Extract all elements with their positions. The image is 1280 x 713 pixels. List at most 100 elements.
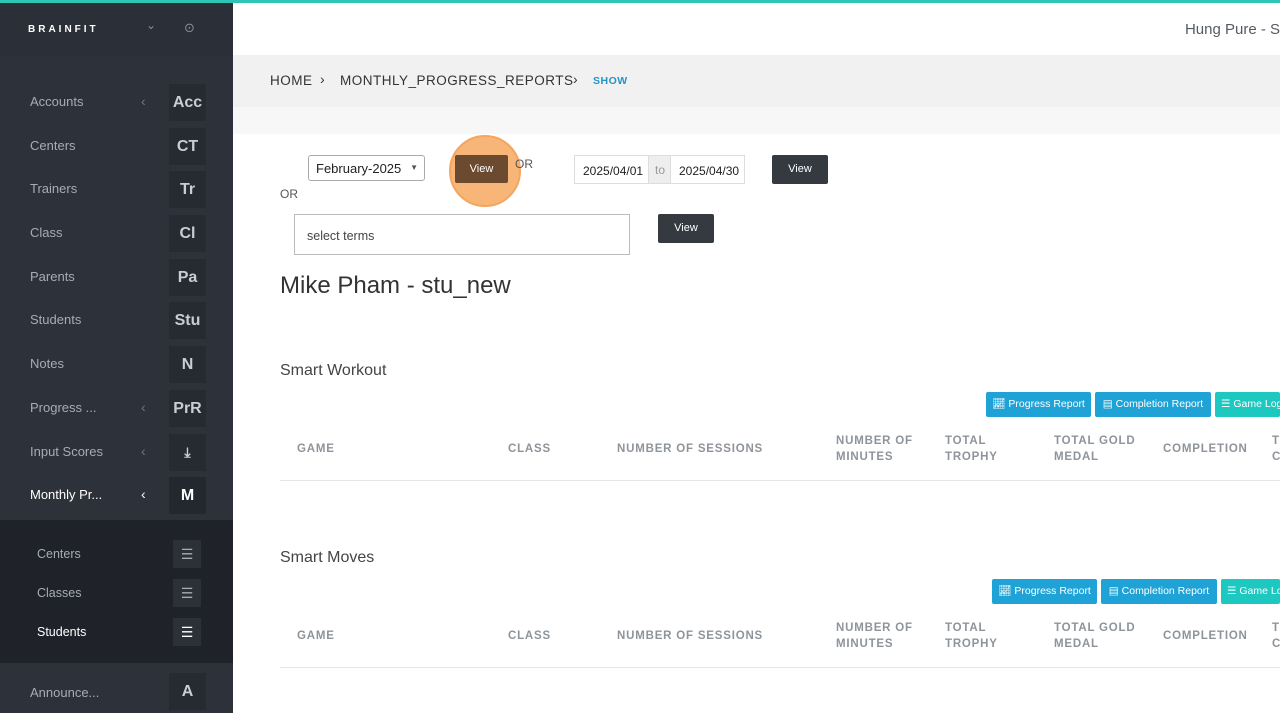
column-header: NUMBER OF MINUTES	[836, 622, 913, 650]
caret-down-icon: ▼	[410, 163, 418, 172]
column-header: GAME	[297, 630, 335, 642]
completion-report-button[interactable]: ▤ Completion Report	[1095, 392, 1211, 417]
bar-chart-icon: ▤	[1108, 585, 1119, 597]
date-from-input[interactable]: 2025/04/01	[574, 155, 649, 184]
breadcrumb-section[interactable]: MONTHLY_PROGRESS_REPORTS	[340, 73, 574, 88]
date-to-input[interactable]: 2025/04/30	[670, 155, 745, 184]
report-buttons-smart-moves: 📈︎ Progress Report ▤ Completion Report ☰…	[992, 579, 1280, 604]
page-title: Mike Pham - stu_new	[280, 272, 511, 299]
report-buttons-smart-workout: 📈︎ Progress Report ▤ Completion Report ☰…	[986, 392, 1280, 417]
sidebar-item-progress[interactable]: Progress ... ‹ PrR	[0, 386, 233, 430]
sidebar-item-accounts[interactable]: Accounts ‹ Acc	[0, 80, 233, 124]
breadcrumb-current: SHOW	[593, 75, 628, 87]
sidebar-item-centers[interactable]: Centers CT	[0, 124, 233, 168]
download-icon: ⤓	[169, 433, 206, 471]
subnav-item-students[interactable]: Students ☰	[0, 612, 233, 651]
view-date-range-button[interactable]: View	[772, 155, 828, 184]
content-top-spacer	[233, 107, 1280, 134]
sidebar-item-parents[interactable]: Parents Pa	[0, 255, 233, 299]
breadcrumb-home[interactable]: HOME	[270, 73, 313, 88]
subnav-item-classes[interactable]: Classes ☰	[0, 573, 233, 612]
view-month-button[interactable]: View	[455, 155, 508, 183]
view-terms-button[interactable]: View	[658, 214, 714, 243]
section-title-smart-moves: Smart Moves	[280, 549, 375, 566]
sidebar-subnav: Centers ☰ Classes ☰ Students ☰	[0, 520, 233, 663]
column-header: CLASS	[508, 443, 551, 455]
sidebar-item-abbr: Cl	[169, 215, 206, 253]
sidebar-item-notes[interactable]: Notes N	[0, 342, 233, 386]
sidebar-item-monthly-progress[interactable]: Monthly Pr... ‹ M	[0, 473, 233, 517]
sidebar-item-label: Accounts	[30, 94, 84, 109]
sidebar-item-label: Students	[30, 312, 82, 328]
sidebar-item-abbr: M	[169, 477, 206, 515]
brand-logo: BRAINFIT	[28, 24, 99, 35]
sidebar-item-label: Trainers	[30, 181, 78, 197]
sidebar: BRAINFIT ⌄ ⊙ Accounts ‹ Acc Centers CT T…	[0, 0, 233, 713]
bar-chart-icon: ▤	[1102, 398, 1113, 410]
target-icon[interactable]: ⊙	[184, 20, 195, 36]
sidebar-item-students[interactable]: Students Stu	[0, 298, 233, 342]
sidebar-nav: Accounts ‹ Acc Centers CT Trainers Tr Cl…	[0, 80, 233, 517]
game-log-button[interactable]: ☰ Game Log	[1221, 579, 1280, 604]
column-header: T C	[1272, 622, 1280, 650]
line-chart-icon: 📈︎	[992, 398, 1006, 410]
subnav-item-label: Centers	[37, 547, 81, 561]
date-range-to-label: to	[649, 155, 671, 184]
sidebar-item-label: Monthly Pr...	[30, 487, 103, 503]
chevron-down-icon[interactable]: ⌄	[146, 18, 156, 32]
sidebar-item-abbr: Pa	[169, 258, 206, 296]
sidebar-item-abbr: Stu	[169, 302, 206, 340]
completion-report-button[interactable]: ▤ Completion Report	[1101, 579, 1217, 604]
page-header: Hung Pure - S	[233, 3, 1280, 55]
column-header: TOTAL GOLD MEDAL	[1054, 622, 1136, 650]
column-header: T C	[1272, 435, 1280, 463]
sidebar-item-label: Progress ...	[30, 399, 97, 415]
month-select-value: February-2025	[316, 161, 402, 176]
sidebar-item-trainers[interactable]: Trainers Tr	[0, 167, 233, 211]
terms-select-input[interactable]: select terms	[294, 214, 630, 255]
chevron-right-icon: ›	[573, 71, 578, 87]
column-header: TOTAL GOLD MEDAL	[1054, 435, 1136, 463]
column-header: COMPLETION	[1163, 443, 1248, 455]
column-header: NUMBER OF MINUTES	[836, 435, 913, 463]
subnav-item-label: Classes	[37, 586, 82, 600]
game-log-button[interactable]: ☰ Game Log	[1215, 392, 1280, 417]
column-header: GAME	[297, 443, 335, 455]
column-header: TOTAL TROPHY	[945, 622, 998, 650]
progress-report-button[interactable]: 📈︎ Progress Report	[986, 392, 1091, 417]
column-header: NUMBER OF SESSIONS	[617, 630, 764, 642]
sidebar-item-abbr: Tr	[169, 171, 206, 209]
column-header: CLASS	[508, 630, 551, 642]
subnav-item-label: Students	[37, 625, 87, 639]
top-accent-bar	[0, 0, 1280, 3]
sidebar-item-abbr: N	[169, 346, 206, 384]
list-icon: ☰	[1227, 585, 1237, 597]
sidebar-item-label: Announce...	[30, 685, 100, 700]
breadcrumb: HOME › MONTHLY_PROGRESS_REPORTS › SHOW	[233, 55, 1280, 107]
chevron-left-icon: ‹	[141, 442, 146, 459]
column-header: TOTAL TROPHY	[945, 435, 998, 463]
subnav-item-centers[interactable]: Centers ☰	[0, 534, 233, 573]
sidebar-item-class[interactable]: Class Cl	[0, 211, 233, 255]
sidebar-item-announcements[interactable]: Announce... A	[0, 669, 233, 713]
table-header-smart-workout: GAME CLASS NUMBER OF SESSIONS NUMBER OF …	[280, 417, 1280, 481]
progress-report-button[interactable]: 📈︎ Progress Report	[992, 579, 1097, 604]
column-header: COMPLETION	[1163, 630, 1248, 642]
table-header-smart-moves: GAME CLASS NUMBER OF SESSIONS NUMBER OF …	[280, 604, 1280, 668]
sidebar-item-input-scores[interactable]: Input Scores ‹ ⤓	[0, 430, 233, 474]
sidebar-item-label: Input Scores	[30, 443, 103, 459]
column-header: NUMBER OF SESSIONS	[617, 443, 764, 455]
sidebar-item-abbr: PrR	[169, 389, 206, 427]
chevron-left-icon: ‹	[141, 486, 146, 503]
chevron-left-icon: ‹	[141, 93, 146, 109]
menu-icon: ☰	[173, 618, 201, 646]
chevron-right-icon: ›	[320, 71, 325, 87]
user-menu[interactable]: Hung Pure - S	[1185, 21, 1280, 38]
line-chart-icon: 📈︎	[998, 585, 1012, 597]
sidebar-item-label: Centers	[30, 137, 76, 153]
menu-icon: ☰	[173, 579, 201, 607]
or-label: OR	[515, 157, 533, 171]
chevron-left-icon: ‹	[141, 398, 146, 415]
menu-icon: ☰	[173, 540, 201, 568]
month-select[interactable]: February-2025 ▼	[308, 155, 425, 181]
